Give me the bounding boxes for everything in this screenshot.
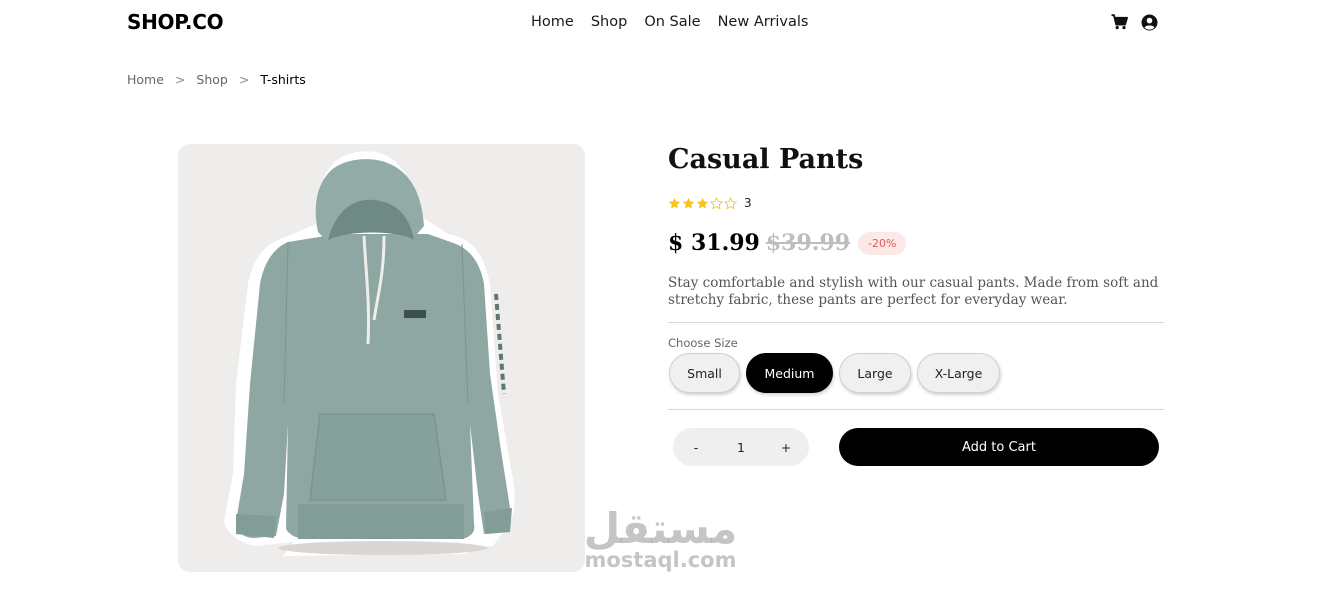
site-logo[interactable]: SHOP.CO <box>127 10 224 34</box>
user-icon[interactable] <box>1140 13 1158 31</box>
watermark-latin: mostaql.com <box>584 548 737 572</box>
size-label: Choose Size <box>668 336 738 350</box>
nav-shop[interactable]: Shop <box>591 14 627 30</box>
size-large-button[interactable]: Large <box>839 353 911 393</box>
divider <box>668 322 1164 323</box>
breadcrumb-separator: > <box>238 72 250 87</box>
product-description: Stay comfortable and stylish with our ca… <box>668 275 1159 308</box>
star-filled-icon <box>682 197 695 209</box>
quantity-decrement-button[interactable]: - <box>690 440 702 455</box>
divider <box>668 409 1164 410</box>
nav-new-arrivals[interactable]: New Arrivals <box>718 14 809 30</box>
hoodie-illustration <box>224 151 515 556</box>
breadcrumb-shop[interactable]: Shop <box>196 72 227 87</box>
size-small-button[interactable]: Small <box>669 353 740 393</box>
nav-on-sale[interactable]: On Sale <box>644 14 700 30</box>
watermark-logo: مستقل mostaql.com <box>578 504 743 572</box>
breadcrumb: Home > Shop > T-shirts <box>127 72 306 87</box>
quantity-stepper: - 1 + <box>673 428 809 466</box>
product-rating: 3 <box>668 196 752 210</box>
rating-count: 3 <box>744 196 752 210</box>
size-options: Small Medium Large X-Large <box>669 353 1000 393</box>
price-row: $ 31.99 $39.99 -20% <box>668 230 907 256</box>
cart-icon[interactable] <box>1110 13 1128 31</box>
breadcrumb-separator: > <box>174 72 186 87</box>
star-filled-icon <box>696 197 709 209</box>
header-icons <box>1110 13 1158 31</box>
product-image <box>178 144 585 572</box>
quantity-increment-button[interactable]: + <box>780 440 792 455</box>
main-nav: Home Shop On Sale New Arrivals <box>531 14 808 30</box>
price-old: $39.99 <box>765 230 851 256</box>
star-empty-icon <box>710 196 723 209</box>
breadcrumb-current: T-shirts <box>260 72 306 87</box>
rating-stars <box>668 196 737 210</box>
quantity-value: 1 <box>737 439 745 455</box>
size-medium-button[interactable]: Medium <box>746 353 833 393</box>
product-title: Casual Pants <box>668 144 864 175</box>
add-to-cart-button[interactable]: Add to Cart <box>839 428 1159 466</box>
nav-home[interactable]: Home <box>531 14 574 30</box>
star-filled-icon <box>668 197 681 209</box>
watermark-arabic: مستقل <box>583 504 738 553</box>
discount-badge: -20% <box>858 231 907 255</box>
breadcrumb-home[interactable]: Home <box>127 72 164 87</box>
price-current: $ 31.99 <box>668 230 760 256</box>
size-xlarge-button[interactable]: X-Large <box>917 353 1000 393</box>
star-empty-icon <box>724 196 737 209</box>
